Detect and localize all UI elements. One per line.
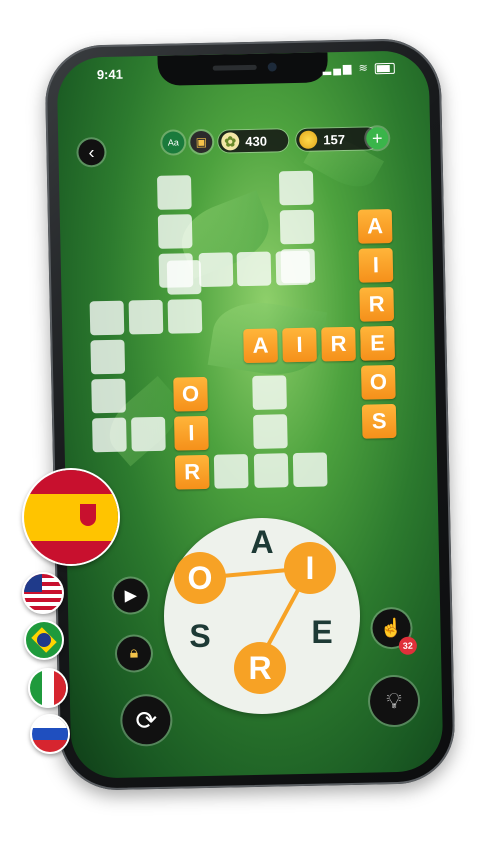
russia-flag[interactable] bbox=[30, 714, 70, 754]
letters-badge[interactable]: Aa bbox=[162, 131, 185, 154]
grid-letter: I bbox=[282, 327, 317, 363]
empty-tile bbox=[156, 175, 192, 210]
grid-letter: R bbox=[321, 326, 356, 362]
grid-letter: R bbox=[174, 454, 210, 490]
lightbulb-icon: 💡︎ bbox=[386, 687, 402, 714]
empty-tile bbox=[253, 414, 288, 449]
empty-tile bbox=[167, 298, 203, 334]
empty-tile bbox=[91, 378, 126, 414]
empty-tile bbox=[278, 170, 314, 206]
empty-tile bbox=[292, 452, 328, 488]
shuffle-icon: ⟳ bbox=[135, 704, 158, 735]
bulb-hint-button[interactable]: 💡︎ bbox=[369, 676, 419, 726]
wheel-letter-r[interactable]: R bbox=[234, 642, 286, 694]
grid-letter: R bbox=[359, 286, 395, 322]
italy-flag[interactable] bbox=[28, 668, 68, 708]
wheel-letter-e[interactable]: E bbox=[302, 614, 342, 651]
empty-tile bbox=[280, 248, 316, 284]
coat-of-arms-icon bbox=[80, 503, 96, 526]
add-coins-button[interactable]: + bbox=[366, 127, 389, 150]
brazil-flag[interactable] bbox=[24, 620, 64, 660]
battery-icon bbox=[374, 62, 395, 74]
video-reward-button[interactable]: ▶ bbox=[113, 578, 149, 613]
us-flag[interactable] bbox=[22, 572, 64, 614]
status-time: 9:41 bbox=[96, 66, 124, 83]
notch bbox=[157, 52, 329, 86]
empty-tile bbox=[213, 454, 249, 489]
grid-letter: A bbox=[357, 208, 393, 244]
stars-counter: ✿ 430 bbox=[218, 129, 289, 153]
chevron-left-icon: ‹ bbox=[88, 141, 95, 162]
status-icons: ▂▄▆ ≋ bbox=[323, 61, 395, 75]
grid-letter: O bbox=[173, 376, 208, 412]
lock-icon: 🔒︎ bbox=[129, 644, 139, 662]
chest-icon[interactable]: ▣ bbox=[190, 130, 213, 154]
empty-tile bbox=[89, 300, 125, 336]
empty-tile bbox=[253, 453, 289, 488]
hand-count-badge: 32 bbox=[398, 636, 418, 655]
grid-letter: I bbox=[174, 415, 209, 451]
empty-tile bbox=[252, 375, 287, 410]
flower-icon: ✿ bbox=[221, 132, 240, 151]
lock-button[interactable]: 🔒︎ bbox=[116, 636, 152, 671]
empty-tile bbox=[92, 417, 127, 453]
grid-letter: A bbox=[243, 328, 278, 364]
video-icon: ▶ bbox=[124, 587, 138, 605]
wheel-letter-i[interactable]: I bbox=[284, 542, 336, 594]
wheel-letter-s[interactable]: S bbox=[180, 618, 220, 655]
empty-tile bbox=[198, 252, 234, 288]
wheel-letter-a[interactable]: A bbox=[242, 524, 282, 561]
empty-tile bbox=[90, 339, 126, 375]
empty-tile bbox=[128, 299, 164, 335]
back-button[interactable]: ‹ bbox=[78, 138, 105, 166]
empty-tile bbox=[279, 209, 315, 245]
empty-tile bbox=[131, 416, 166, 452]
wheel-letter-o[interactable]: O bbox=[174, 552, 226, 604]
empty-tile bbox=[166, 259, 202, 295]
coin-icon bbox=[299, 130, 318, 149]
grid-letter: I bbox=[358, 247, 394, 283]
hand-icon: ☝ bbox=[380, 617, 403, 638]
letter-wheel[interactable]: A O I S E R bbox=[164, 518, 360, 714]
grid-letter: S bbox=[361, 403, 397, 439]
empty-tile bbox=[157, 214, 193, 249]
spanish-flag[interactable] bbox=[22, 468, 120, 566]
empty-tile bbox=[236, 251, 272, 287]
grid-letter: E bbox=[360, 325, 395, 361]
grid-letter: O bbox=[361, 364, 396, 400]
